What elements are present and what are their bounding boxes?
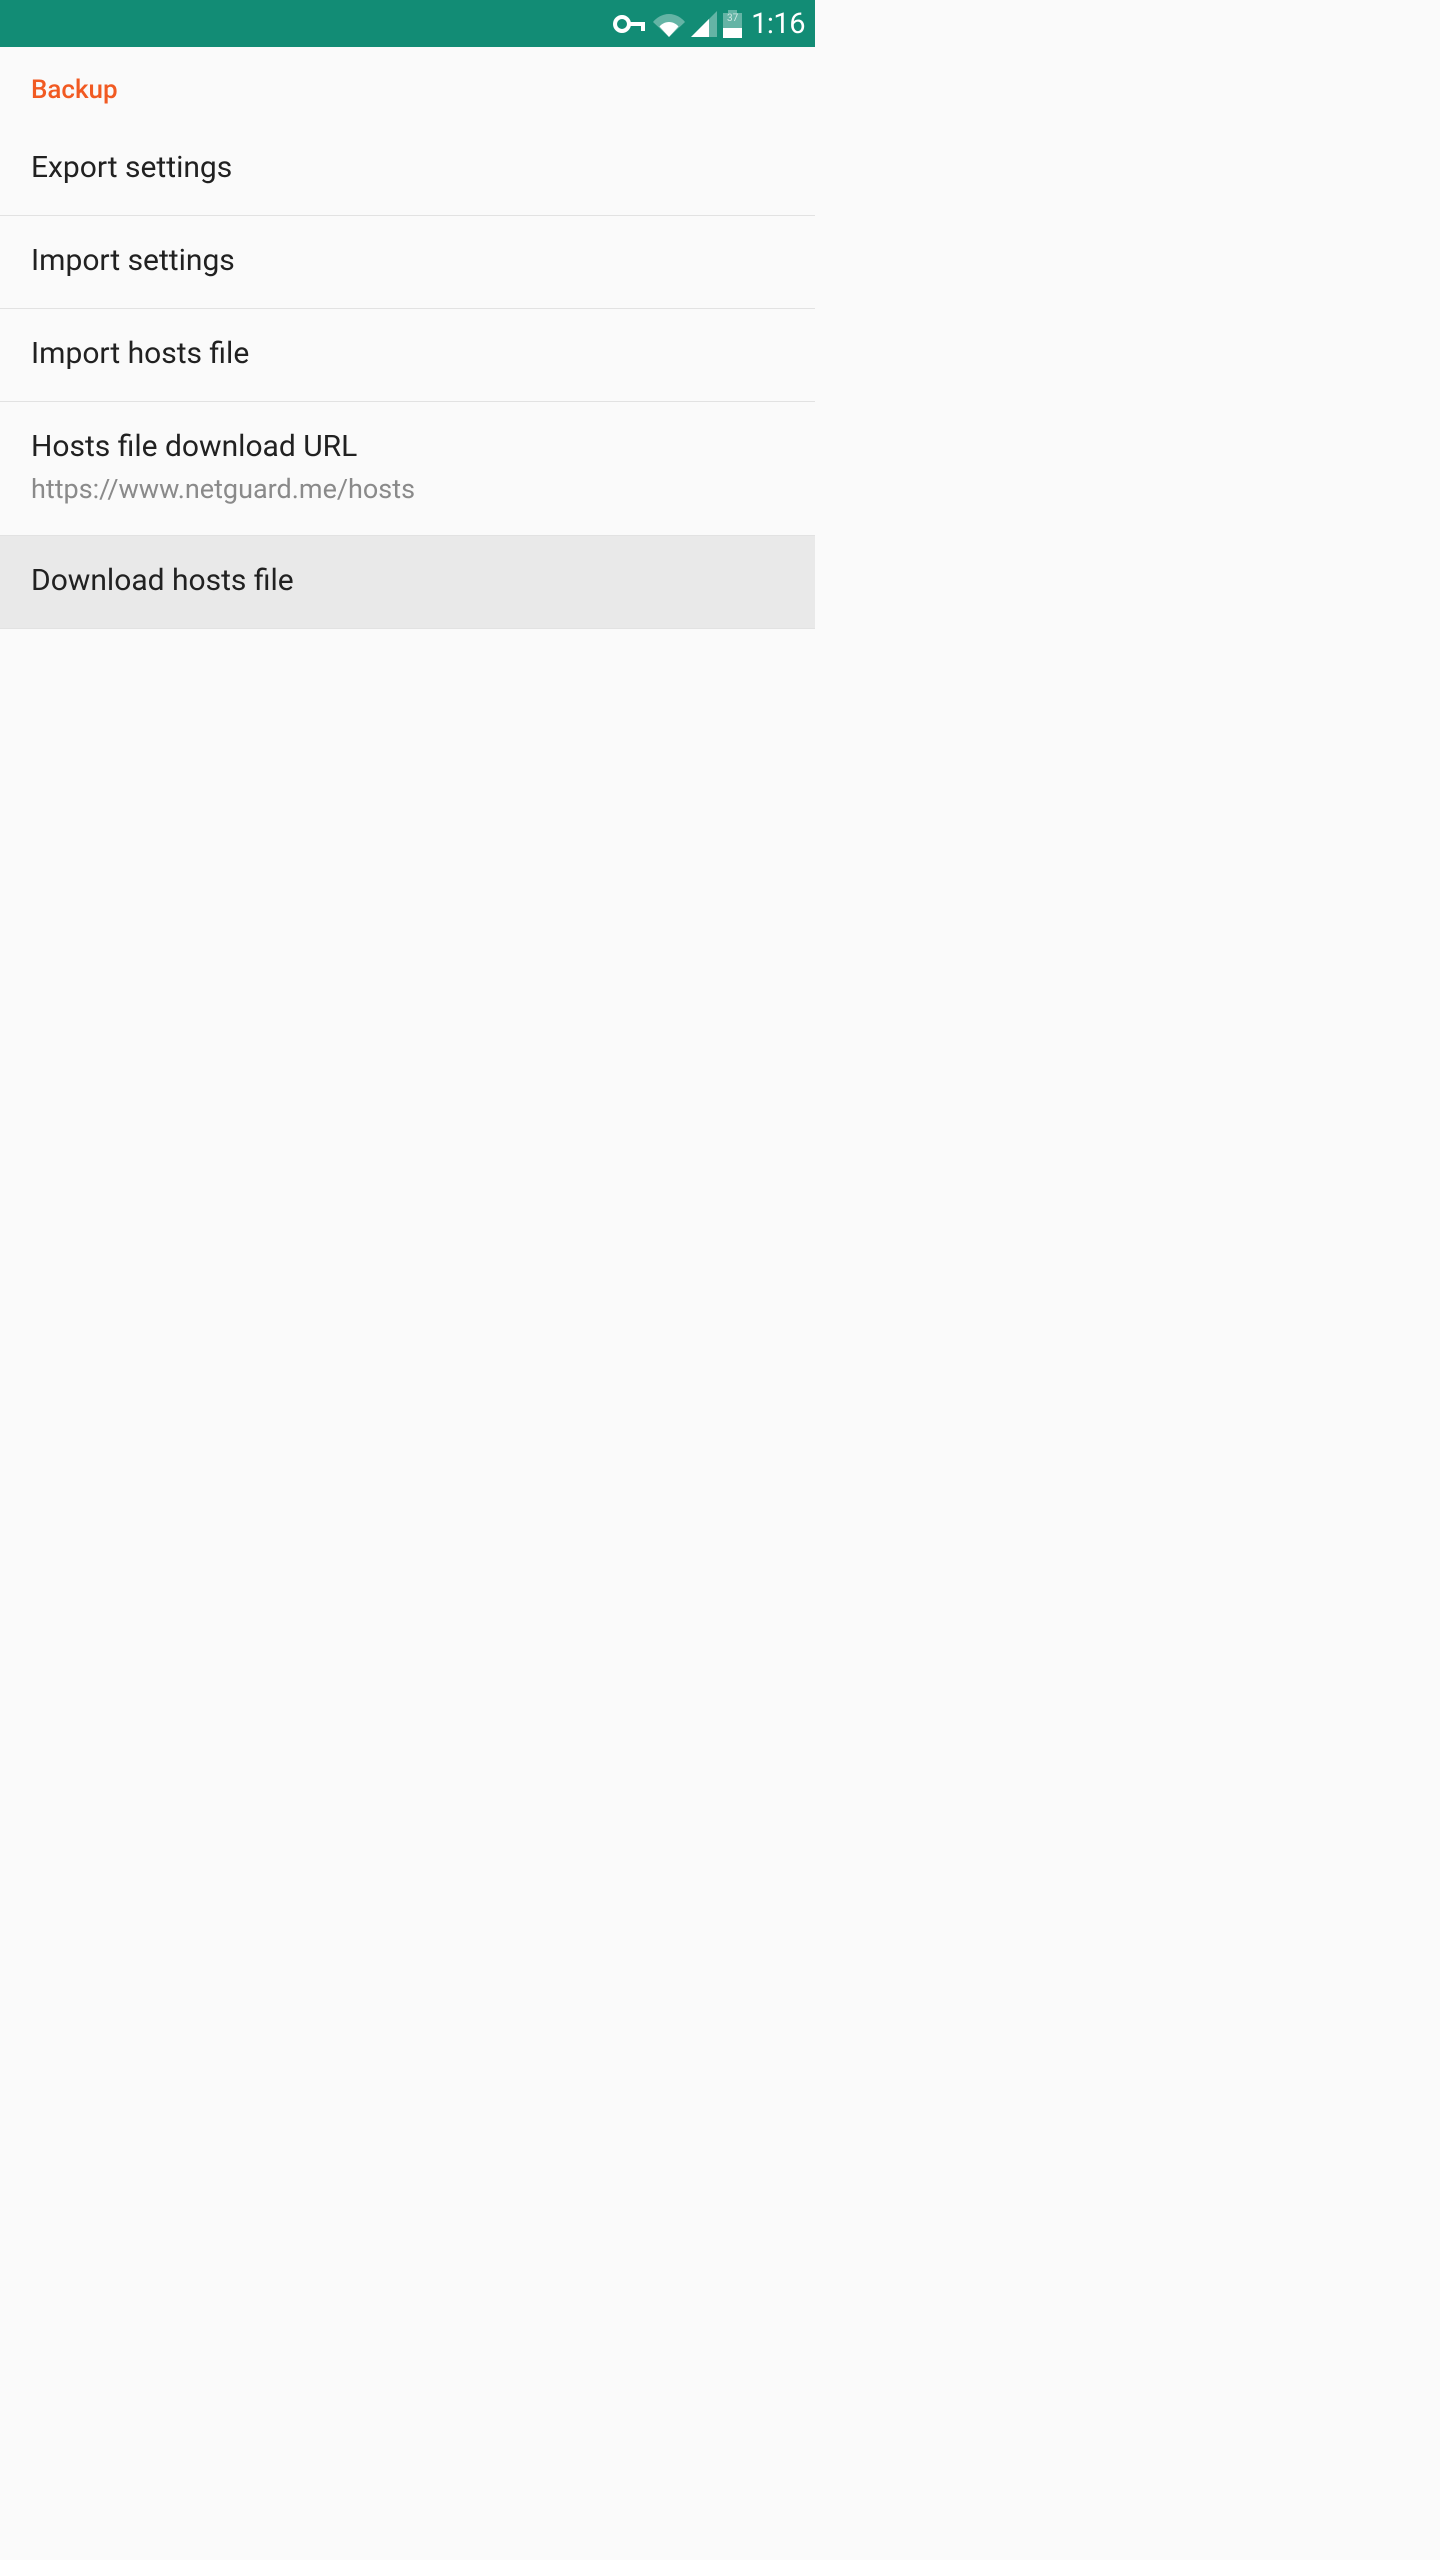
settings-list: Export settings Import settings Import hos… [0,123,815,629]
status-bar: 37 1:16 [0,0,815,47]
settings-item[interactable]: Export settings [0,123,815,216]
settings-item-title: Import settings [31,241,784,280]
settings-item-title: Export settings [31,148,784,187]
cellular-signal-icon [691,11,717,37]
vpn-key-icon [613,15,647,33]
battery-level-text: 37 [723,13,742,24]
settings-item-title: Hosts file download URL [31,427,784,466]
wifi-icon [653,11,685,37]
settings-item[interactable]: Import hosts file [0,309,815,402]
settings-item[interactable]: Hosts file download URL https://www.netgu… [0,402,815,536]
settings-item[interactable]: Import settings [0,216,815,309]
section-header-backup: Backup [0,47,815,123]
settings-item-subtitle: https://www.netguard.me/hosts [31,471,784,507]
battery-icon: 37 [723,10,742,38]
settings-item[interactable]: Download hosts file [0,536,815,629]
settings-item-title: Import hosts file [31,334,784,373]
settings-item-title: Download hosts file [31,561,784,600]
clock-time: 1:16 [751,7,805,41]
